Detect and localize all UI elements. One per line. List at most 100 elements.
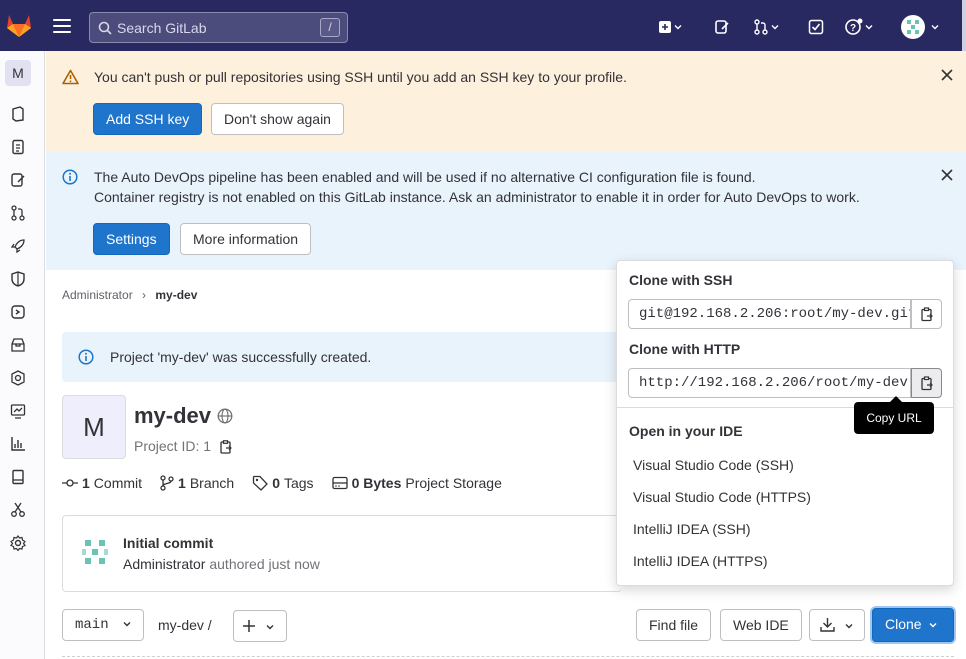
chevron-down-icon xyxy=(845,624,853,629)
issues-icon[interactable] xyxy=(714,19,730,35)
chevron-down-icon xyxy=(674,25,682,30)
close-icon[interactable] xyxy=(941,169,953,181)
plus-square-icon xyxy=(659,21,671,33)
branch-name: main xyxy=(75,617,109,633)
plus-icon xyxy=(243,620,255,632)
dont-show-again-button[interactable]: Don't show again xyxy=(211,103,344,135)
chart-icon[interactable] xyxy=(10,436,26,452)
ide-vscode-https[interactable]: Visual Studio Code (HTTPS) xyxy=(633,489,811,505)
deployments-icon[interactable] xyxy=(10,304,26,320)
snippets-icon[interactable] xyxy=(10,502,26,518)
project-id: Project ID: 1 xyxy=(134,438,233,454)
breadcrumb-parent[interactable]: Administrator xyxy=(62,288,133,302)
success-alert-message: Project 'my-dev' was successfully create… xyxy=(110,349,372,365)
merge-request-icon xyxy=(754,19,768,35)
copy-url-tooltip: Copy URL xyxy=(854,396,934,434)
copy-icon xyxy=(921,307,933,322)
project-avatar[interactable]: M xyxy=(5,60,31,86)
ssh-alert-message: You can't push or pull repositories usin… xyxy=(94,69,627,85)
commit-author-avatar[interactable] xyxy=(79,536,111,568)
web-ide-button[interactable]: Web IDE xyxy=(720,609,802,641)
more-information-button[interactable]: More information xyxy=(180,223,312,255)
shield-icon[interactable] xyxy=(10,271,26,287)
commit-author[interactable]: Administrator xyxy=(123,556,205,572)
add-to-tree-button[interactable] xyxy=(233,610,287,642)
chevron-down-icon xyxy=(865,25,873,30)
clone-http-url-field[interactable]: http://192.168.2.206/root/my-dev.git xyxy=(628,368,911,398)
commit-title[interactable]: Initial commit xyxy=(123,535,213,551)
copy-ssh-url-button[interactable] xyxy=(911,299,942,329)
open-in-ide-header: Open in your IDE xyxy=(629,423,743,439)
storage-link[interactable]: 0 Bytes Project Storage xyxy=(331,475,502,491)
rocket-icon[interactable] xyxy=(10,238,26,254)
user-menu-button[interactable] xyxy=(901,14,939,40)
find-file-button[interactable]: Find file xyxy=(636,609,712,641)
merge-request-icon[interactable] xyxy=(10,205,26,221)
todos-icon[interactable] xyxy=(808,19,824,35)
breadcrumb-separator-icon: › xyxy=(142,288,147,302)
wiki-icon[interactable] xyxy=(10,469,26,485)
branches-link[interactable]: 1 Branch xyxy=(160,475,234,491)
search-shortcut: / xyxy=(320,18,340,37)
download-button[interactable] xyxy=(809,609,865,641)
branches-label: Branch xyxy=(189,475,235,491)
breadcrumb-current[interactable]: my-dev xyxy=(155,288,197,302)
repo-path: my-dev / xyxy=(158,617,212,633)
ide-intellij-ssh[interactable]: IntelliJ IDEA (SSH) xyxy=(633,521,750,537)
monitor-icon[interactable] xyxy=(10,370,26,386)
globe-icon xyxy=(217,408,233,424)
last-commit-card: Initial commit Administrator authored ju… xyxy=(62,515,622,592)
project-title: my-dev xyxy=(134,403,233,429)
clone-button[interactable]: Clone xyxy=(872,608,954,642)
clone-ssh-header: Clone with SSH xyxy=(629,272,733,288)
gitlab-logo-icon[interactable] xyxy=(6,13,32,38)
ide-intellij-https[interactable]: IntelliJ IDEA (HTTPS) xyxy=(633,553,768,569)
merge-requests-button[interactable] xyxy=(753,17,779,37)
commit-time: authored just now xyxy=(209,556,320,572)
avatar xyxy=(901,15,925,39)
copy-icon xyxy=(921,376,933,391)
branch-selector[interactable]: main xyxy=(62,609,145,641)
chevron-down-icon xyxy=(123,622,131,627)
close-icon[interactable] xyxy=(941,69,953,81)
help-icon: ? xyxy=(845,18,863,35)
project-stats: 1 Commit 1 Branch 0 Tags 0 Bytes Project… xyxy=(62,475,502,491)
sidebar: M xyxy=(0,51,45,659)
analytics-icon[interactable] xyxy=(10,403,26,419)
clone-button-label: Clone xyxy=(885,616,922,632)
commits-link[interactable]: 1 Commit xyxy=(62,475,142,491)
repo-path-name[interactable]: my-dev xyxy=(158,617,204,633)
success-alert: Project 'my-dev' was successfully create… xyxy=(62,332,662,382)
repository-icon[interactable] xyxy=(10,139,26,155)
settings-button[interactable]: Settings xyxy=(93,223,170,255)
auto-devops-alert: The Auto DevOps pipeline has been enable… xyxy=(46,151,966,270)
project-overview-icon[interactable] xyxy=(10,106,26,122)
copy-http-url-button[interactable] xyxy=(911,368,942,398)
commits-label: Commit xyxy=(93,475,143,491)
help-button[interactable]: ? xyxy=(845,17,873,37)
tags-count: 0 xyxy=(272,475,280,491)
repo-path-separator: / xyxy=(207,617,212,633)
commits-count: 1 xyxy=(82,475,90,491)
devops-alert-line1: The Auto DevOps pipeline has been enable… xyxy=(94,169,756,185)
tags-link[interactable]: 0 Tags xyxy=(252,475,314,491)
package-icon[interactable] xyxy=(10,337,26,353)
ide-vscode-ssh[interactable]: Visual Studio Code (SSH) xyxy=(633,457,794,473)
clone-http-header: Clone with HTTP xyxy=(629,341,741,357)
ssh-key-alert: You can't push or pull repositories usin… xyxy=(46,51,966,151)
chevron-down-icon xyxy=(931,25,939,30)
svg-text:?: ? xyxy=(850,23,856,34)
menu-icon[interactable] xyxy=(53,19,71,33)
settings-icon[interactable] xyxy=(10,535,26,551)
create-new-button[interactable] xyxy=(658,17,682,37)
chevron-down-icon xyxy=(266,625,274,630)
commit-icon xyxy=(62,479,78,487)
search-input[interactable]: Search GitLab / xyxy=(89,12,348,43)
clone-ssh-url-field[interactable]: git@192.168.2.206:root/my-dev.git xyxy=(628,299,911,329)
devops-alert-line2: Container registry is not enabled on thi… xyxy=(94,189,860,205)
tag-icon xyxy=(253,475,269,491)
project-avatar: M xyxy=(62,395,126,459)
add-ssh-key-button[interactable]: Add SSH key xyxy=(93,103,203,135)
copy-icon[interactable] xyxy=(219,440,233,454)
issues-icon[interactable] xyxy=(10,172,26,188)
